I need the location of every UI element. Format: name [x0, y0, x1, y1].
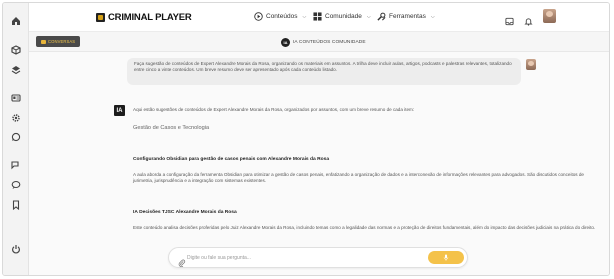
nav-label: Comunidade [325, 13, 362, 20]
user-avatar [526, 59, 536, 70]
ia-badge: IA [281, 38, 290, 47]
play-icon [254, 12, 263, 21]
user-message: Faça sugestão de conteúdos de Expert Ale… [127, 58, 521, 85]
chat-bubbles-icon[interactable] [10, 159, 22, 171]
conversations-button[interactable]: CONVERSAS [36, 36, 81, 47]
inbox-icon[interactable] [505, 13, 514, 26]
chevron-down-icon: ⌵ [430, 13, 435, 20]
chat-input[interactable] [187, 252, 427, 264]
attach-icon[interactable] [178, 254, 186, 268]
chevron-down-icon: ⌵ [366, 13, 371, 20]
settings-icon[interactable] [10, 112, 22, 124]
bookmark-icon[interactable] [10, 199, 22, 211]
conversations-label: CONVERSAS [48, 39, 76, 44]
brand-logo[interactable]: CRIMINAL PLAYER [96, 12, 192, 23]
power-icon[interactable] [10, 243, 22, 255]
tools-icon [377, 12, 386, 21]
folder-icon [41, 39, 46, 44]
sub-header: CONVERSAS IA IA CONTEÚDOS COMUNIDADE [29, 32, 609, 52]
chat-input-bar [168, 247, 468, 268]
whatsapp-icon[interactable] [10, 131, 22, 143]
bell-icon[interactable] [524, 13, 533, 26]
brand-name: CRIMINAL PLAYER [108, 12, 192, 23]
comment-icon[interactable] [10, 179, 22, 191]
ai-intro: Aqui estão sugestões de conteúdos de Exp… [133, 107, 415, 112]
brand-icon [96, 13, 105, 22]
layers-icon[interactable] [10, 64, 22, 76]
avatar[interactable] [543, 9, 556, 23]
cube-icon[interactable] [10, 44, 22, 56]
chevron-down-icon: ⌵ [302, 13, 307, 20]
chat-area[interactable]: Faça sugestão de conteúdos de Expert Ale… [29, 52, 609, 275]
nav-ferramentas[interactable]: Ferramentas ⌵ [377, 12, 435, 21]
grid-icon [313, 12, 322, 21]
item-summary: A aula aborda a configuração da ferramen… [133, 172, 584, 184]
mic-icon [443, 254, 449, 261]
top-bar: CRIMINAL PLAYER Conteúdos ⌵ Comunidade ⌵… [29, 3, 609, 32]
nav-label: Ferramentas [389, 13, 426, 20]
nav-conteudos[interactable]: Conteúdos ⌵ [254, 12, 306, 21]
sidebar [3, 3, 29, 275]
item-summary: Este conteúdo analisa decisões proferida… [133, 225, 596, 230]
page-title-text: IA CONTEÚDOS COMUNIDADE [293, 40, 366, 45]
app-window: CRIMINAL PLAYER Conteúdos ⌵ Comunidade ⌵… [2, 2, 610, 276]
item-title: IA Decisões TJSC Alexandre Morais da Ros… [133, 210, 237, 215]
topic-heading: Gestão de Casos e Tecnologia [133, 125, 210, 131]
item-title: Configurando Obsidian para gestão de cas… [133, 157, 330, 162]
mic-button[interactable] [428, 251, 464, 264]
home-icon[interactable] [10, 15, 22, 27]
page-title: IA IA CONTEÚDOS COMUNIDADE [281, 38, 366, 47]
id-card-icon[interactable] [10, 92, 22, 104]
nav-comunidade[interactable]: Comunidade ⌵ [313, 12, 371, 21]
ai-logo: IA [114, 105, 125, 116]
nav-label: Conteúdos [266, 13, 298, 20]
